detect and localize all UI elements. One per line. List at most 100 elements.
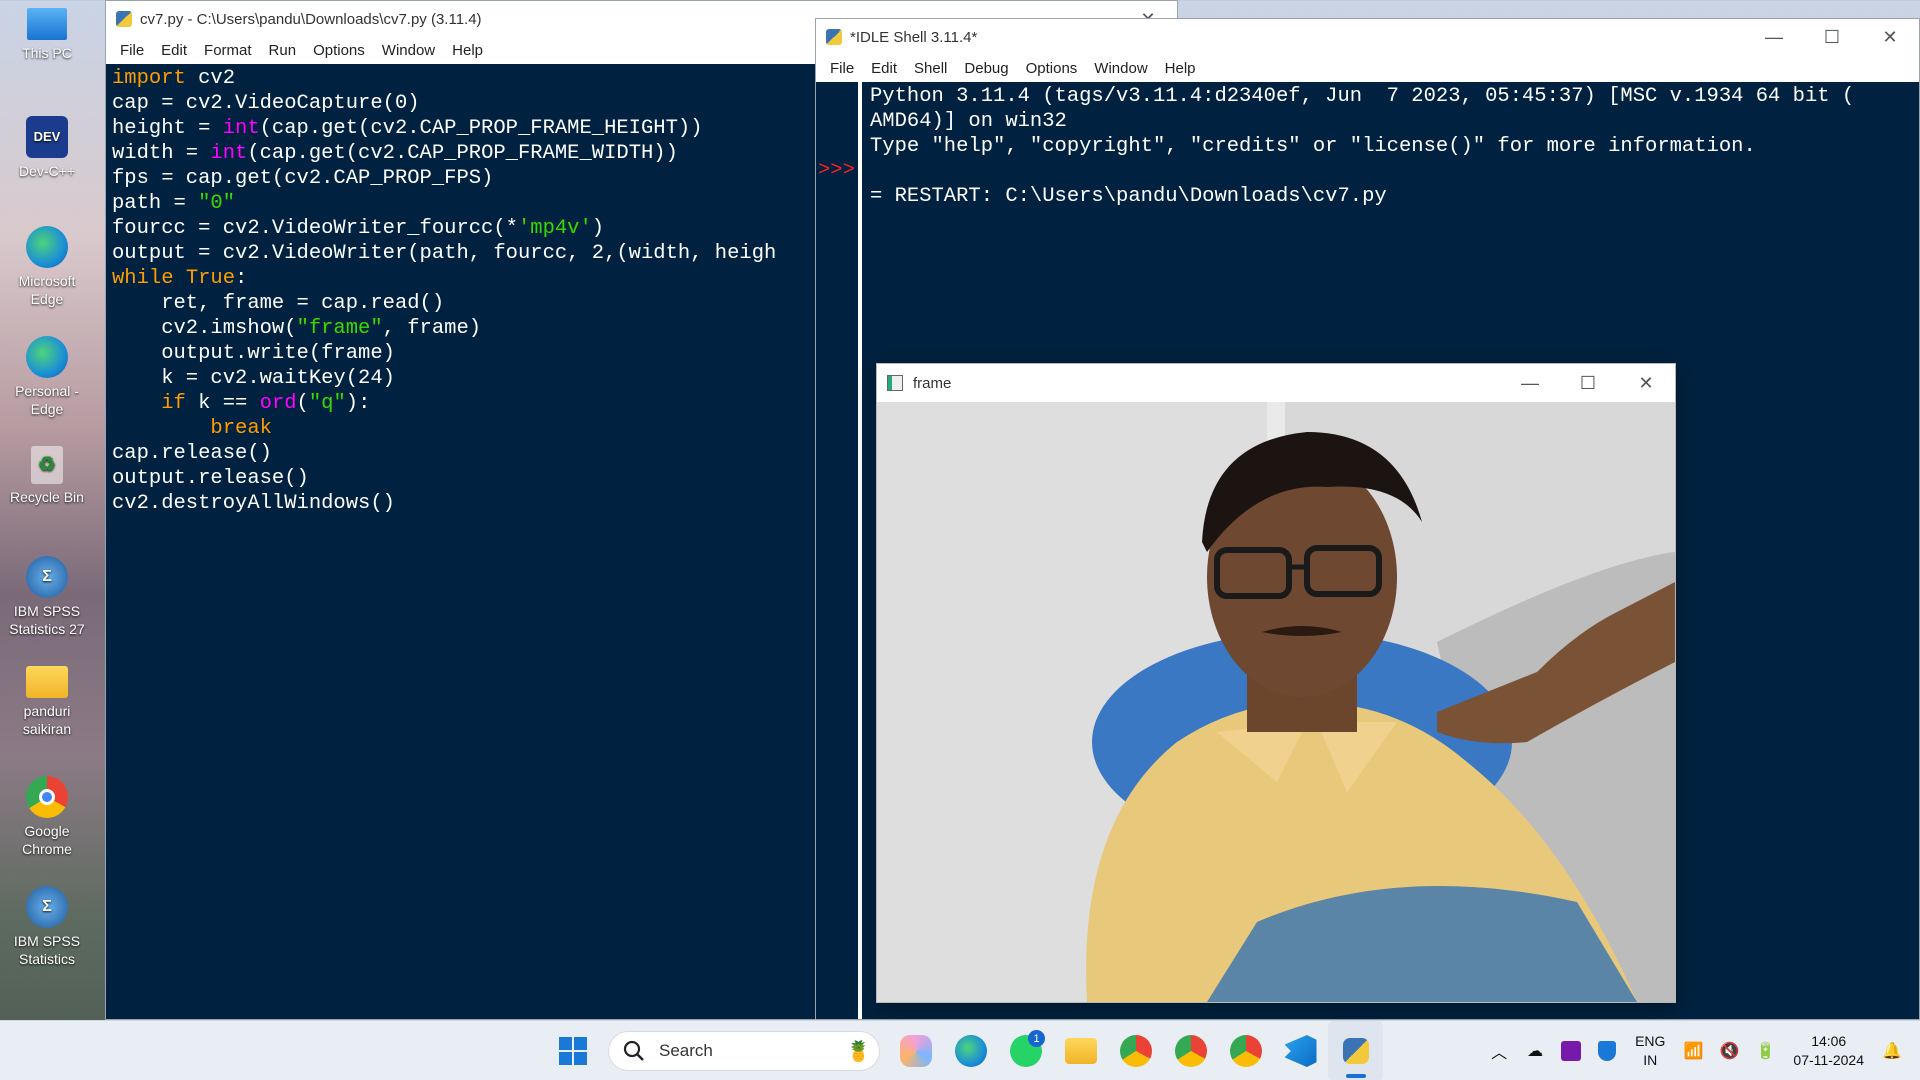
search-placeholder: Search	[659, 1041, 713, 1060]
editor-menu-window[interactable]: Window	[382, 42, 435, 59]
taskbar-chrome-profile-2[interactable]	[1163, 1021, 1218, 1080]
shell-menu-debug[interactable]: Debug	[964, 60, 1008, 77]
chrome-icon	[1229, 1035, 1262, 1067]
shell-menu-help[interactable]: Help	[1165, 60, 1196, 77]
desktop-icon-recycle-bin[interactable]: ♻ Recycle Bin	[4, 446, 90, 506]
icon-label: Personal - Edge	[15, 383, 79, 417]
editor-menu-options[interactable]: Options	[313, 42, 365, 59]
shell-menu-window[interactable]: Window	[1094, 60, 1147, 77]
defender-icon[interactable]	[1589, 1021, 1625, 1080]
icon-label: Microsoft Edge	[18, 273, 76, 307]
notification-badge: 1	[1028, 1030, 1045, 1047]
icon-label: IBM SPSS Statistics	[13, 933, 81, 967]
language-indicator[interactable]: ENG IN	[1635, 1032, 1665, 1070]
frame-window-icon	[887, 375, 903, 391]
code-line[interactable]: output.release()	[112, 466, 811, 491]
clock-date: 07-11-2024	[1793, 1052, 1864, 1068]
recycle-bin-icon: ♻	[31, 446, 63, 484]
taskbar-file-explorer[interactable]	[1053, 1021, 1108, 1080]
editor-menu-format[interactable]: Format	[204, 42, 252, 59]
taskbar-chrome-profile-1[interactable]	[1108, 1021, 1163, 1080]
close-button[interactable]: ✕	[1861, 19, 1919, 55]
folder-icon	[26, 666, 68, 698]
code-line[interactable]: cap = cv2.VideoCapture(0)	[112, 91, 811, 116]
code-line[interactable]: fps = cap.get(cv2.CAP_PROP_FPS)	[112, 166, 811, 191]
chevron-up-icon[interactable]: ︿	[1481, 1021, 1517, 1080]
code-line[interactable]: break	[112, 416, 811, 441]
chrome-icon	[1174, 1035, 1207, 1067]
taskbar-copilot[interactable]	[888, 1021, 943, 1080]
shell-prompt: >>>	[818, 159, 855, 182]
editor-menu-file[interactable]: File	[120, 42, 144, 59]
desktop-icon-edge[interactable]: Microsoft Edge	[4, 226, 90, 308]
editor-menu-help[interactable]: Help	[452, 42, 483, 59]
shell-menu-file[interactable]: File	[830, 60, 854, 77]
desktop-icon-spss-27[interactable]: Σ IBM SPSS Statistics 27	[4, 556, 90, 638]
editor-menu-edit[interactable]: Edit	[161, 42, 187, 59]
search-icon	[623, 1040, 644, 1061]
maximize-button[interactable]: ☐	[1803, 19, 1861, 55]
shell-menu-shell[interactable]: Shell	[914, 60, 947, 77]
icon-label: panduri saikiran	[22, 703, 72, 737]
notification-bell-icon[interactable]: 🔔	[1874, 1021, 1910, 1080]
taskbar-vscode[interactable]	[1273, 1021, 1328, 1080]
taskbar-search[interactable]: Search 🍍	[608, 1031, 880, 1071]
code-line[interactable]: cv2.destroyAllWindows()	[112, 491, 811, 516]
clock-time: 14:06	[1811, 1033, 1847, 1049]
icon-label: This PC	[22, 45, 72, 61]
edge-icon	[26, 336, 68, 378]
battery-icon[interactable]: 🔋	[1747, 1021, 1783, 1080]
code-line[interactable]: cap.release()	[112, 441, 811, 466]
taskbar-chrome-profile-3[interactable]	[1218, 1021, 1273, 1080]
code-line[interactable]: k = cv2.waitKey(24)	[112, 366, 811, 391]
spss-icon: Σ	[26, 556, 68, 598]
shell-menu-edit[interactable]: Edit	[871, 60, 897, 77]
spss-icon: Σ	[26, 886, 68, 928]
desktop-icon-dev-cpp[interactable]: DEV Dev-C++	[4, 116, 90, 180]
wifi-icon[interactable]: 📶	[1675, 1021, 1711, 1080]
desktop-icon-personal-edge[interactable]: Personal - Edge	[4, 336, 90, 418]
volume-muted-icon[interactable]: 🔇	[1711, 1021, 1747, 1080]
desktop-icon-chrome[interactable]: Google Chrome	[4, 776, 90, 858]
code-line[interactable]: if k == ord("q"):	[112, 391, 811, 416]
icon-label: Google Chrome	[22, 823, 72, 857]
code-line[interactable]: ret, frame = cap.read()	[112, 291, 811, 316]
editor-code-area[interactable]: import cv2 cap = cv2.VideoCapture(0) heigh…	[106, 64, 817, 1019]
code-line[interactable]: fourcc = cv2.VideoWriter_fourcc(*'mp4v')	[112, 216, 811, 241]
active-indicator	[1346, 1074, 1366, 1078]
editor-menu-run[interactable]: Run	[269, 42, 297, 59]
clock[interactable]: 14:06 07-11-2024	[1793, 1032, 1864, 1070]
desktop-icon-this-pc[interactable]: This PC	[4, 8, 90, 62]
shell-line: = RESTART: C:\Users\pandu\Downloads\cv7.…	[870, 185, 1387, 208]
code-line[interactable]: path = "0"	[112, 191, 811, 216]
code-line[interactable]: output.write(frame)	[112, 341, 811, 366]
folder-icon	[1064, 1038, 1097, 1064]
minimize-button[interactable]: —	[1745, 19, 1803, 55]
python-icon	[1342, 1038, 1369, 1064]
taskbar-whatsapp[interactable]: 1	[998, 1021, 1053, 1080]
code-line[interactable]: width = int(cap.get(cv2.CAP_PROP_FRAME_W…	[112, 141, 811, 166]
desktop-icon-spss[interactable]: Σ IBM SPSS Statistics	[4, 886, 90, 968]
code-line[interactable]: while True:	[112, 266, 811, 291]
maximize-button[interactable]: ☐	[1559, 364, 1617, 402]
taskbar-edge[interactable]	[943, 1021, 998, 1080]
start-button[interactable]	[545, 1021, 600, 1080]
taskbar-python-idle[interactable]	[1328, 1021, 1383, 1080]
close-button[interactable]: ✕	[1617, 364, 1675, 402]
code-line[interactable]: import cv2	[112, 66, 811, 91]
shell-menu-options[interactable]: Options	[1026, 60, 1078, 77]
desktop-icon-folder[interactable]: panduri saikiran	[4, 666, 90, 738]
language-line-1: ENG	[1635, 1033, 1666, 1049]
code-line[interactable]: cv2.imshow("frame", frame)	[112, 316, 811, 341]
code-line[interactable]: height = int(cap.get(cv2.CAP_PROP_FRAME_…	[112, 116, 811, 141]
python-icon	[826, 29, 842, 45]
minimize-button[interactable]: —	[1501, 364, 1559, 402]
frame-window-controls: — ☐ ✕	[1501, 364, 1675, 400]
onenote-icon[interactable]	[1553, 1021, 1589, 1080]
editor-title: cv7.py - C:\Users\pandu\Downloads\cv7.py…	[140, 10, 482, 28]
chrome-icon	[26, 776, 68, 818]
code-line[interactable]: output = cv2.VideoWriter(path, fourcc, 2…	[112, 241, 811, 266]
onedrive-icon[interactable]: ☁	[1517, 1021, 1553, 1080]
shell-line: Python 3.11.4 (tags/v3.11.4:d2340ef, Jun…	[870, 85, 1855, 108]
shell-title: *IDLE Shell 3.11.4*	[850, 28, 978, 46]
